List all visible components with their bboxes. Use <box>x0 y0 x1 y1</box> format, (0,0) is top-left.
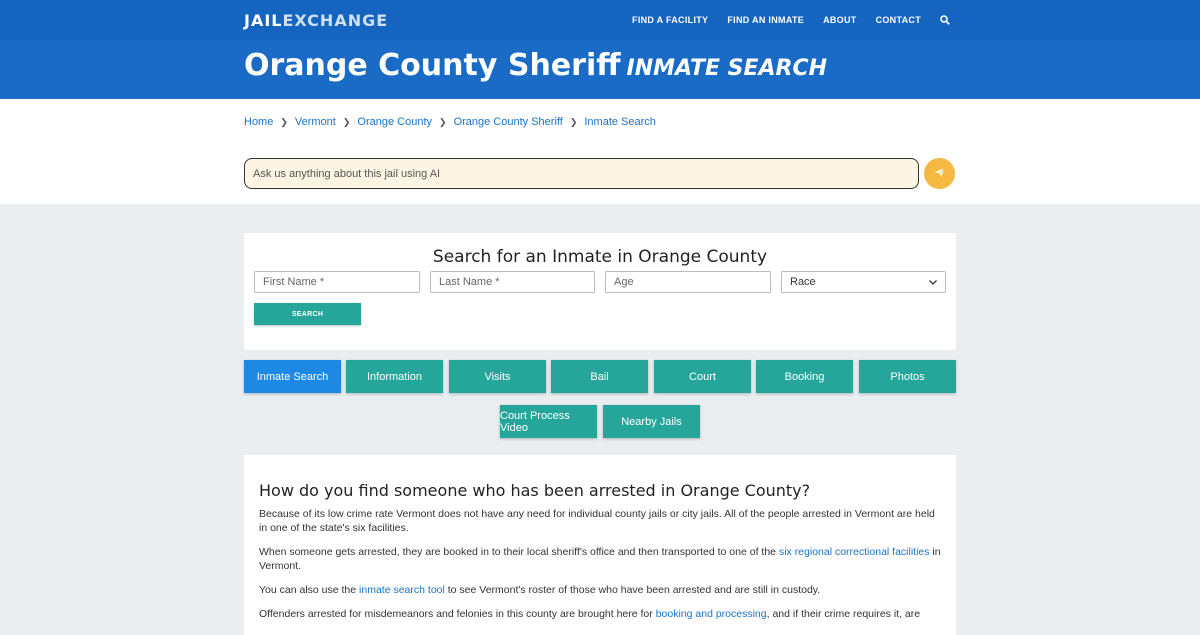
chevron-right-icon: ❯ <box>280 116 288 127</box>
tab-court[interactable]: Court <box>654 360 751 393</box>
p2-text-before: When someone gets arrested, they are boo… <box>259 546 779 558</box>
regional-facilities-link[interactable]: six regional correctional facilities <box>779 546 930 558</box>
tab-booking[interactable]: Booking <box>756 360 853 393</box>
chevron-right-icon: ❯ <box>439 116 447 127</box>
p4-text-after: , and if their crime requires it, are <box>766 608 921 620</box>
breadcrumb-orange-county[interactable]: Orange County <box>357 116 432 128</box>
race-select[interactable]: Race <box>781 271 946 293</box>
article-heading: How do you find someone who has been arr… <box>259 481 811 500</box>
logo-text-exchange: EXCHANGE <box>282 11 389 30</box>
logo-text-main: JAIL <box>244 11 283 30</box>
nav-find-inmate[interactable]: FIND AN INMATE <box>727 15 804 25</box>
nav-find-facility[interactable]: FIND A FACILITY <box>632 15 708 25</box>
chevron-down-icon <box>929 276 937 288</box>
p3-text-before: You can also use the <box>259 584 360 596</box>
inmate-search-tool-link[interactable]: inmate search tool <box>359 584 445 596</box>
search-button[interactable]: SEARCH <box>254 303 361 325</box>
booking-processing-link[interactable]: booking and processing <box>656 608 767 620</box>
race-select-value: Race <box>790 276 816 288</box>
breadcrumb-inmate-search[interactable]: Inmate Search <box>584 116 656 128</box>
tab-inmate-search[interactable]: Inmate Search <box>244 360 341 393</box>
article-paragraph-1: Because of its low crime rate Vermont do… <box>259 508 935 534</box>
nav-contact[interactable]: CONTACT <box>876 15 921 25</box>
inmate-search-card: Search for an Inmate in Orange County Ra… <box>244 233 956 350</box>
top-navbar: JAILEXCHANGE FIND A FACILITY FIND AN INM… <box>0 0 1200 40</box>
paper-plane-icon <box>934 165 945 183</box>
age-field[interactable] <box>605 271 771 293</box>
tab-nearby-jails[interactable]: Nearby Jails <box>603 405 700 438</box>
chevron-right-icon: ❯ <box>569 116 578 127</box>
site-logo[interactable]: JAILEXCHANGE <box>244 11 388 30</box>
page-title-text: Orange County Sheriff <box>244 48 621 83</box>
main-menu: FIND A FACILITY FIND AN INMATE ABOUT CON… <box>613 0 950 40</box>
p4-text-before: Offenders arrested for misdemeanors and … <box>259 608 656 620</box>
ai-question-input[interactable] <box>244 158 919 189</box>
breadcrumb: Home ❯ Vermont ❯ Orange County ❯ Orange … <box>244 116 656 128</box>
chevron-right-icon: ❯ <box>342 116 351 127</box>
page-header: Orange County Sheriff INMATE SEARCH <box>0 40 1200 99</box>
first-name-field[interactable] <box>254 271 420 293</box>
article-paragraph-2: When someone gets arrested, they are boo… <box>259 545 941 573</box>
article-paragraph-3: You can also use the inmate search tool … <box>259 583 941 597</box>
last-name-field[interactable] <box>430 271 595 293</box>
tab-visits[interactable]: Visits <box>449 360 546 393</box>
breadcrumb-home[interactable]: Home <box>244 116 273 128</box>
tab-photos[interactable]: Photos <box>859 360 956 393</box>
ai-send-button[interactable] <box>924 158 955 189</box>
tab-court-process-video[interactable]: Court Process Video <box>500 405 597 438</box>
breadcrumb-vermont[interactable]: Vermont <box>295 116 336 128</box>
p3-text-after: to see Vermont's roster of those who hav… <box>444 584 821 596</box>
breadcrumb-orange-county-sheriff[interactable]: Orange County Sheriff <box>454 116 563 128</box>
article-content: How do you find someone who has been arr… <box>244 455 956 635</box>
page-subtitle: INMATE SEARCH <box>626 56 828 81</box>
page-title: Orange County Sheriff INMATE SEARCH <box>244 48 827 83</box>
top-section: Home ❯ Vermont ❯ Orange County ❯ Orange … <box>0 99 1200 204</box>
search-icon[interactable] <box>940 15 950 25</box>
tab-bail[interactable]: Bail <box>551 360 648 393</box>
nav-about[interactable]: ABOUT <box>823 15 857 25</box>
article-paragraph-4: Offenders arrested for misdemeanors and … <box>259 607 941 621</box>
search-card-title: Search for an Inmate in Orange County <box>432 247 768 267</box>
tab-information[interactable]: Information <box>346 360 443 393</box>
